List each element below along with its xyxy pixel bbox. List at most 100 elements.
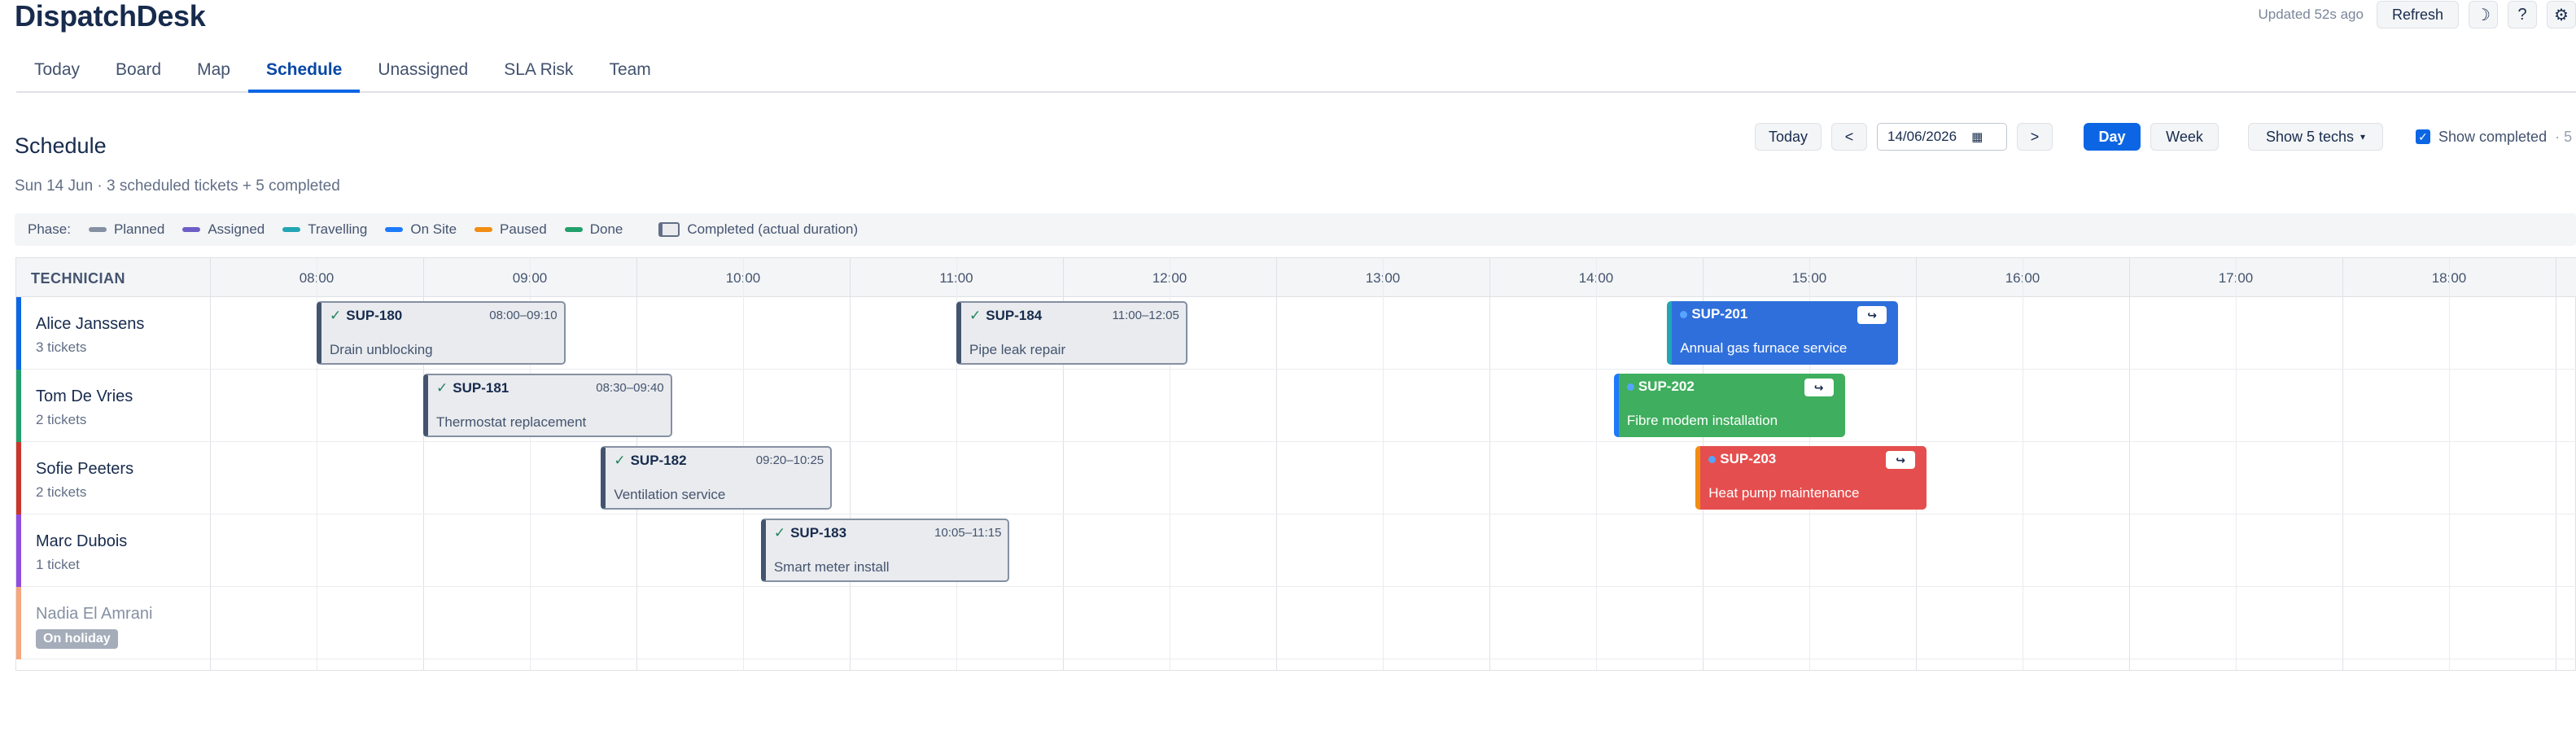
ticket-card-sup-184[interactable]: ✓ SUP-184 11:00–12:05 Pipe leak repair bbox=[956, 301, 1187, 365]
top-actions: Updated 52s ago Refresh ☽ ? ⚙ bbox=[2258, 0, 2576, 29]
ticket-id-label: SUP-203 bbox=[1720, 451, 1777, 466]
ticket-id-label: SUP-202 bbox=[1638, 379, 1695, 394]
legend-swatch bbox=[282, 227, 301, 232]
technician-name[interactable]: Sofie Peeters bbox=[36, 460, 133, 479]
legend-item-assigned: Assigned bbox=[182, 221, 265, 238]
legend-item-planned: Planned bbox=[88, 221, 165, 238]
completed-swatch bbox=[658, 222, 680, 237]
holiday-badge: On holiday bbox=[36, 629, 118, 649]
tab-sla-risk[interactable]: SLA Risk bbox=[486, 54, 591, 93]
technician-row: Sofie Peeters 2 tickets bbox=[16, 442, 2576, 514]
ticket-id: ✓ SUP-183 bbox=[774, 525, 846, 541]
ticket-title: Drain unblocking bbox=[330, 342, 433, 357]
ticket-title: Ventilation service bbox=[614, 487, 726, 502]
next-day-button[interactable]: > bbox=[2017, 123, 2053, 151]
legend-item-paused: Paused bbox=[475, 221, 547, 238]
schedule-summary: Sun 14 Jun · 3 scheduled tickets + 5 com… bbox=[15, 177, 340, 195]
tab-board[interactable]: Board bbox=[98, 54, 179, 93]
ticket-title: Thermostat replacement bbox=[436, 414, 587, 430]
legend-swatch bbox=[564, 227, 583, 232]
ticket-time-range: 08:00–09:10 bbox=[489, 309, 558, 322]
ticket-time-range: 11:00–12:05 bbox=[1112, 309, 1179, 322]
tab-schedule[interactable]: Schedule bbox=[247, 54, 361, 93]
show-completed-toggle[interactable]: ✓ Show completed · 5 bbox=[2416, 123, 2572, 151]
ticket-card-sup-180[interactable]: ✓ SUP-180 08:00–09:10 Drain unblocking bbox=[317, 301, 566, 365]
theme-toggle-button[interactable]: ☽ bbox=[2469, 1, 2498, 28]
date-value: 14/06/2026 bbox=[1887, 129, 1957, 144]
main-tabs: Today Board Map Schedule Unassigned SLA Risk T… bbox=[16, 54, 2576, 93]
show-techs-dropdown[interactable]: Show 5 techs ▾ bbox=[2248, 123, 2383, 151]
reassign-icon[interactable]: ↪ bbox=[1804, 379, 1834, 396]
tab-unassigned[interactable]: Unassigned bbox=[360, 54, 486, 93]
technician-ticket-count: 2 tickets bbox=[36, 412, 87, 427]
ticket-card-sup-183[interactable]: ✓ SUP-183 10:05–11:15 Smart meter install bbox=[760, 519, 1010, 582]
technician-color-stripe bbox=[16, 587, 21, 659]
ticket-id-label: SUP-184 bbox=[986, 308, 1043, 323]
today-button[interactable]: Today bbox=[1755, 123, 1822, 151]
legend-item-label: On Site bbox=[410, 221, 457, 237]
legend-swatch bbox=[182, 227, 201, 232]
check-icon: ✓ bbox=[330, 308, 342, 323]
ticket-card-sup-182[interactable]: ✓ SUP-182 09:20–10:25 Ventilation service bbox=[601, 446, 833, 510]
legend-swatch bbox=[88, 227, 107, 232]
ticket-id-label: SUP-180 bbox=[346, 308, 403, 323]
check-icon: ✓ bbox=[969, 308, 982, 323]
help-button[interactable]: ? bbox=[2508, 1, 2537, 28]
ticket-id: ✓ SUP-184 bbox=[969, 308, 1042, 324]
schedule-controls: Today < 14/06/2026 ▦ > Day Week Show 5 t… bbox=[1755, 123, 2576, 151]
reassign-icon[interactable]: ↪ bbox=[1857, 306, 1887, 324]
technician-name[interactable]: Alice Janssens bbox=[36, 315, 144, 334]
show-techs-label: Show 5 techs bbox=[2265, 128, 2355, 145]
technician-name[interactable]: Nadia El Amrani bbox=[36, 605, 152, 624]
legend-item-label: Paused bbox=[500, 221, 547, 237]
ticket-id-label: SUP-183 bbox=[790, 525, 847, 541]
technician-color-stripe bbox=[16, 442, 21, 514]
technician-column-header: TECHNICIAN bbox=[31, 270, 125, 287]
checkbox-checked-icon[interactable]: ✓ bbox=[2416, 129, 2430, 144]
completed-count: · 5 bbox=[2555, 128, 2573, 145]
show-completed-label: Show completed bbox=[2438, 128, 2548, 145]
day-view-button[interactable]: Day bbox=[2084, 123, 2141, 151]
legend-item-label: Planned bbox=[113, 221, 165, 237]
legend-label: Phase: bbox=[28, 221, 71, 237]
ticket-card-sup-201[interactable]: SUP-201 ↪ Annual gas furnace service bbox=[1667, 301, 1899, 365]
ticket-title: Smart meter install bbox=[773, 559, 890, 575]
settings-button[interactable]: ⚙ bbox=[2547, 1, 2576, 28]
refresh-button[interactable]: Refresh bbox=[2376, 1, 2459, 28]
technician-name[interactable]: Marc Dubois bbox=[36, 532, 127, 551]
technician-ticket-count: 3 tickets bbox=[36, 339, 87, 355]
legend-swatch bbox=[475, 227, 493, 232]
technician-color-stripe bbox=[16, 297, 21, 370]
ticket-time-range: 10:05–11:15 bbox=[934, 526, 1002, 540]
tab-today[interactable]: Today bbox=[16, 54, 98, 93]
technician-name[interactable]: Tom De Vries bbox=[36, 387, 133, 406]
ticket-time-range: 09:20–10:25 bbox=[755, 453, 824, 467]
ticket-id: ✓ SUP-180 bbox=[330, 308, 402, 324]
status-dot-icon bbox=[1626, 383, 1634, 392]
legend-item-label: Travelling bbox=[308, 221, 368, 237]
date-input[interactable]: 14/06/2026 ▦ bbox=[1877, 123, 2007, 151]
phase-legend: Phase: Planned Assigned Travelling On Site P… bbox=[15, 213, 2576, 246]
legend-item-done: Done bbox=[564, 221, 623, 238]
technician-row: Nadia El Amrani On holiday bbox=[16, 587, 2576, 659]
ticket-title: Fibre modem installation bbox=[1626, 413, 1778, 428]
week-view-button[interactable]: Week bbox=[2150, 123, 2219, 151]
page-title: Schedule bbox=[15, 134, 107, 158]
ticket-card-sup-202[interactable]: SUP-202 ↪ Fibre modem installation bbox=[1613, 374, 1845, 437]
top-bar: DispatchDesk Updated 52s ago Refresh ☽ ?… bbox=[0, 0, 2576, 33]
technician-ticket-count: 1 ticket bbox=[36, 557, 80, 572]
tab-team[interactable]: Team bbox=[591, 54, 668, 93]
ticket-id-label: SUP-181 bbox=[453, 380, 510, 396]
check-icon: ✓ bbox=[436, 380, 448, 396]
prev-day-button[interactable]: < bbox=[1831, 123, 1867, 151]
legend-swatch bbox=[385, 227, 404, 232]
reassign-icon[interactable]: ↪ bbox=[1886, 451, 1916, 469]
tab-map[interactable]: Map bbox=[179, 54, 248, 93]
ticket-card-sup-181[interactable]: ✓ SUP-181 08:30–09:40 Thermostat replacemen… bbox=[423, 374, 672, 437]
ticket-card-sup-203[interactable]: SUP-203 ↪ Heat pump maintenance bbox=[1695, 446, 1927, 510]
calendar-icon: ▦ bbox=[1971, 130, 1983, 144]
legend-item-completed: Completed (actual duration) bbox=[658, 221, 858, 238]
ticket-id: SUP-201 bbox=[1680, 306, 1747, 322]
ticket-title: Pipe leak repair bbox=[969, 342, 1066, 357]
ticket-title: Annual gas furnace service bbox=[1680, 340, 1848, 356]
